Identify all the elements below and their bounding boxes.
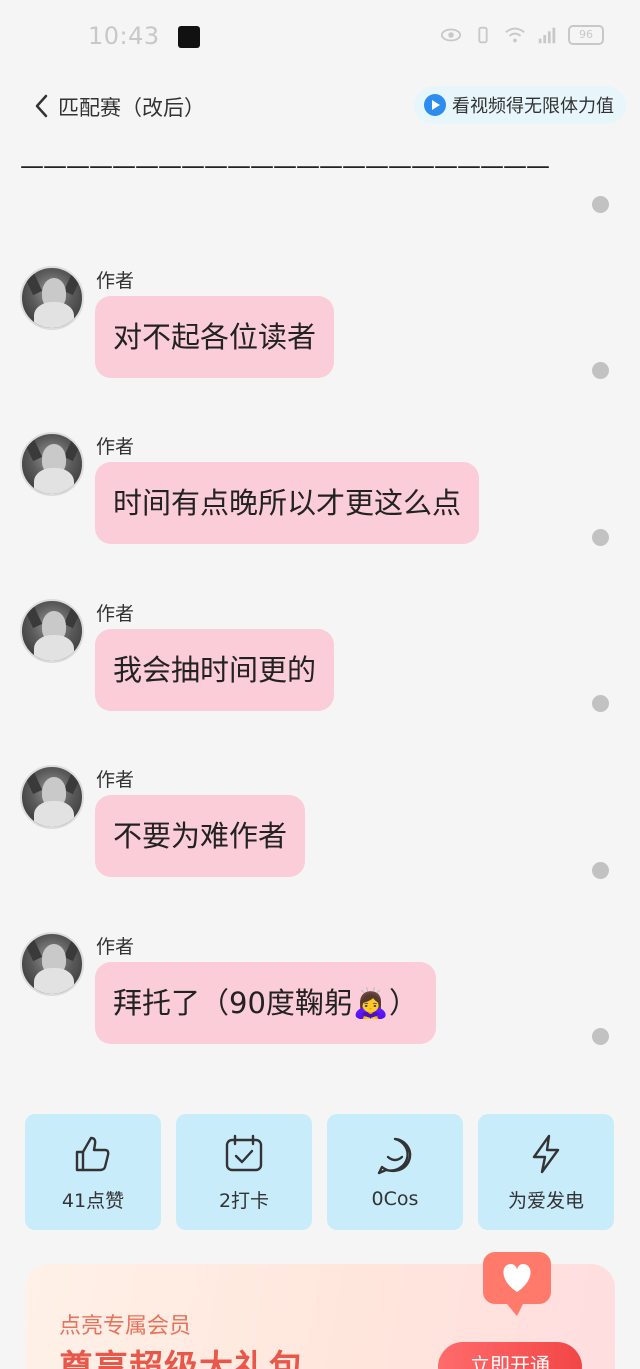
eye-icon xyxy=(440,28,462,42)
activate-vip-button[interactable]: 立即开通 xyxy=(438,1342,582,1369)
author-avatar[interactable] xyxy=(20,432,84,496)
play-icon xyxy=(424,94,446,116)
thumbs-up-icon xyxy=(75,1136,110,1171)
author-avatar[interactable] xyxy=(20,266,84,330)
cos-count: 0Cos xyxy=(371,1188,419,1210)
calendar-check-icon xyxy=(225,1134,263,1171)
power-label: 为爱发电 xyxy=(507,1189,584,1212)
like-count: 41点赞 xyxy=(61,1189,125,1212)
message-bubble[interactable]: 对不起各位读者 xyxy=(95,296,335,378)
chat-bubble-icon xyxy=(377,1137,412,1175)
message-dot[interactable] xyxy=(592,1028,609,1045)
author-avatar[interactable] xyxy=(20,599,84,663)
vibrate-icon xyxy=(478,26,488,44)
power-for-love-button[interactable]: 为爱发电 xyxy=(478,1114,614,1230)
vip-subtitle: 点亮专属会员 xyxy=(59,1314,192,1339)
notification-icon xyxy=(178,26,200,48)
message-dot[interactable] xyxy=(592,362,609,379)
promo-label: 看视频得无限体力值 xyxy=(452,96,614,117)
watch-video-promo-button[interactable]: 看视频得无限体力值 xyxy=(414,86,626,124)
message-bubble[interactable]: 拜托了（90度鞠躬🙇‍♀️） xyxy=(95,962,437,1044)
back-icon[interactable] xyxy=(30,92,54,120)
author-name: 作者 xyxy=(96,436,135,458)
author-name: 作者 xyxy=(96,603,135,625)
battery-icon: 96 xyxy=(568,25,604,45)
message-bubble[interactable]: 不要为难作者 xyxy=(95,795,306,877)
wifi-icon xyxy=(505,27,525,43)
status-bar: 10:43 96 xyxy=(0,0,640,72)
author-avatar[interactable] xyxy=(20,765,84,829)
page-title: 匹配赛（改后） xyxy=(58,96,205,120)
author-name: 作者 xyxy=(96,769,135,791)
author-avatar[interactable] xyxy=(20,932,84,996)
vip-banner[interactable]: 点亮专属会员 尊享超级大礼包 立即开通 xyxy=(25,1252,615,1369)
message-dot[interactable] xyxy=(592,529,609,546)
checkin-count: 2打卡 xyxy=(218,1189,270,1212)
status-time: 10:43 xyxy=(88,22,160,50)
status-icons: 96 xyxy=(440,24,604,46)
message-dot[interactable] xyxy=(592,695,609,712)
author-name: 作者 xyxy=(96,270,135,292)
author-name: 作者 xyxy=(96,936,135,958)
signal-icon xyxy=(538,27,556,44)
message-bubble[interactable]: 时间有点晚所以才更这么点 xyxy=(95,462,480,544)
top-nav: 匹配赛（改后） 看视频得无限体力值 xyxy=(0,84,640,130)
vip-title: 尊享超级大礼包 xyxy=(59,1348,304,1369)
cos-button[interactable]: 0Cos xyxy=(327,1114,463,1230)
divider-line-text: ——————————————————————— xyxy=(20,152,550,180)
message-dot[interactable] xyxy=(592,196,609,213)
action-bar: 41点赞 2打卡 0Cos 为爱发电 xyxy=(25,1114,615,1230)
message-bubble[interactable]: 我会抽时间更的 xyxy=(95,629,335,711)
lightning-icon xyxy=(532,1134,560,1173)
like-button[interactable]: 41点赞 xyxy=(25,1114,161,1230)
message-dot[interactable] xyxy=(592,862,609,879)
checkin-button[interactable]: 2打卡 xyxy=(176,1114,312,1230)
heart-badge-icon xyxy=(483,1252,551,1316)
